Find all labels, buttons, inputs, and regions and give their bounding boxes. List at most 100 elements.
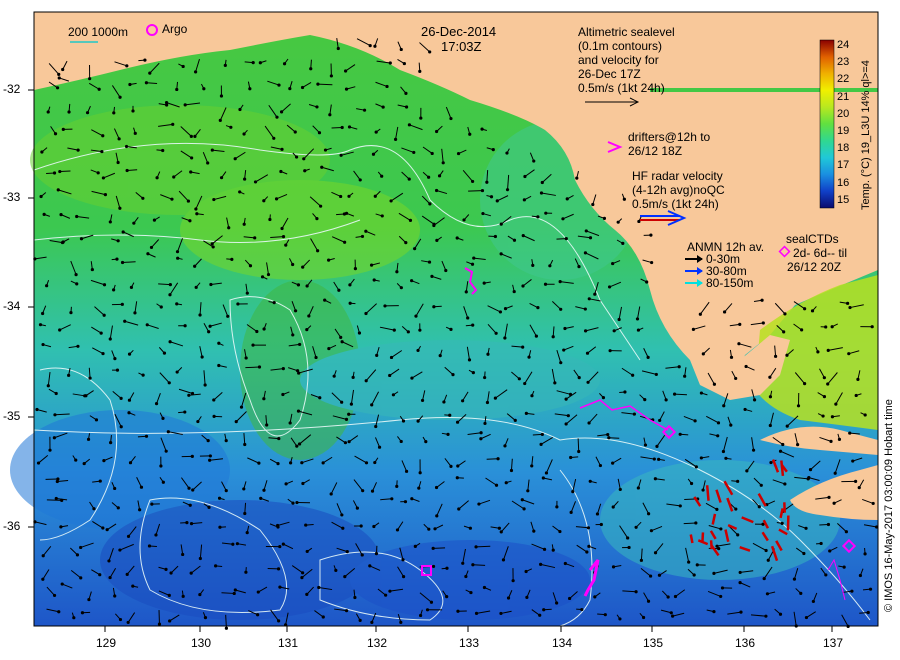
velocity-arrowhead [522, 198, 526, 202]
velocity-arrowhead [291, 501, 295, 505]
velocity-arrowhead [701, 352, 705, 356]
velocity-arrowhead [598, 463, 603, 468]
velocity-arrowhead [75, 553, 80, 557]
velocity-arrowhead [321, 461, 325, 465]
velocity-arrowhead [198, 592, 202, 597]
velocity-arrowhead [189, 522, 194, 526]
velocity-arrowhead [678, 504, 682, 508]
velocity-arrowhead [521, 284, 525, 288]
velocity-arrowhead [539, 442, 543, 446]
velocity-arrowhead [353, 595, 357, 600]
velocity-arrowhead [227, 226, 231, 230]
velocity-arrowhead [408, 218, 413, 223]
velocity-arrowhead [525, 595, 529, 600]
velocity-arrowhead [150, 502, 154, 506]
velocity-arrowhead [521, 234, 525, 238]
velocity-arrowhead [846, 301, 850, 305]
velocity-arrowhead [399, 439, 403, 444]
hf-radar-arrow [780, 460, 785, 476]
velocity-arrowhead [782, 330, 786, 334]
velocity-arrowhead [407, 123, 412, 127]
colorbar-tick-label: 17 [837, 159, 850, 172]
velocity-arrowhead [157, 622, 162, 626]
velocity-arrowhead [736, 533, 740, 537]
velocity-arrowhead [802, 551, 806, 556]
velocity-arrowhead [260, 275, 265, 279]
velocity-arrowhead [434, 485, 439, 490]
velocity-arrowhead [171, 122, 175, 126]
velocity-arrowhead [649, 233, 653, 237]
velocity-arrowhead [277, 619, 281, 623]
velocity-arrowhead [646, 599, 651, 603]
velocity-arrowhead [61, 67, 65, 72]
velocity-arrowhead [172, 175, 176, 179]
velocity-arrowhead [687, 560, 691, 564]
velocity-arrow [59, 170, 71, 173]
map-date: 26-Dec-2014 [421, 24, 497, 39]
velocity-arrowhead [90, 267, 94, 272]
velocity-arrowhead [401, 419, 406, 423]
velocity-arrowhead [168, 619, 172, 623]
velocity-arrowhead [595, 512, 600, 516]
velocity-arrowhead [193, 70, 198, 74]
velocity-arrowhead [848, 431, 852, 435]
velocity-arrowhead [288, 421, 292, 425]
velocity-arrowhead [811, 599, 815, 604]
velocity-arrowhead [99, 331, 103, 335]
velocity-arrowhead [641, 615, 646, 620]
velocity-arrowhead [296, 283, 301, 287]
velocity-arrowhead [534, 334, 538, 338]
velocity-arrowhead [606, 432, 610, 437]
velocity-arrowhead [88, 77, 92, 81]
velocity-arrowhead [257, 365, 262, 369]
velocity-arrowhead [317, 585, 321, 590]
velocity-arrowhead [389, 355, 394, 360]
velocity-arrowhead [586, 526, 591, 530]
velocity-arrowhead [210, 148, 214, 152]
velocity-arrowhead [281, 367, 285, 371]
colorbar-tick-label: 19 [837, 125, 850, 137]
velocity-arrowhead [75, 282, 79, 286]
velocity-arrowhead [827, 495, 831, 499]
velocity-arrowhead [118, 548, 122, 552]
velocity-arrowhead [512, 238, 517, 242]
velocity-arrowhead [102, 313, 106, 317]
velocity-arrowhead [61, 127, 65, 132]
velocity-arrowhead [544, 211, 548, 215]
velocity-arrowhead [226, 314, 230, 318]
velocity-arrowhead [673, 594, 678, 599]
velocity-arrowhead [358, 178, 362, 182]
velocity-arrowhead [230, 257, 234, 261]
velocity-arrowhead [288, 87, 292, 91]
velocity-arrowhead [276, 461, 280, 466]
velocity-arrowhead [125, 572, 129, 576]
velocity-arrowhead [413, 544, 417, 548]
velocity-arrowhead [115, 257, 119, 261]
velocity-arrowhead [856, 377, 860, 381]
velocity-arrowhead [768, 423, 772, 428]
velocity-arrowhead [466, 316, 470, 320]
velocity-arrowhead [108, 220, 112, 224]
velocity-arrowhead [764, 614, 768, 618]
velocity-arrowhead [85, 111, 90, 115]
velocity-arrowhead [74, 458, 78, 462]
velocity-arrowhead [762, 576, 766, 581]
velocity-arrowhead [588, 236, 593, 240]
velocity-arrowhead [485, 180, 489, 184]
velocity-arrowhead [175, 250, 180, 254]
velocity-arrowhead [128, 461, 133, 465]
velocity-arrowhead [467, 358, 472, 362]
colorbar-tick-label: 23 [837, 56, 850, 69]
velocity-arrowhead [796, 404, 801, 408]
velocity-arrowhead [616, 220, 620, 224]
velocity-arrowhead [804, 526, 808, 530]
colorbar-tick-label: 24 [837, 39, 850, 51]
velocity-arrowhead [143, 58, 147, 62]
velocity-arrowhead [84, 394, 88, 398]
velocity-arrowhead [785, 353, 789, 357]
velocity-arrowhead [539, 191, 544, 195]
velocity-arrowhead [522, 507, 526, 511]
velocity-arrowhead [295, 500, 299, 505]
velocity-arrowhead [719, 527, 723, 531]
velocity-arrowhead [524, 411, 528, 415]
